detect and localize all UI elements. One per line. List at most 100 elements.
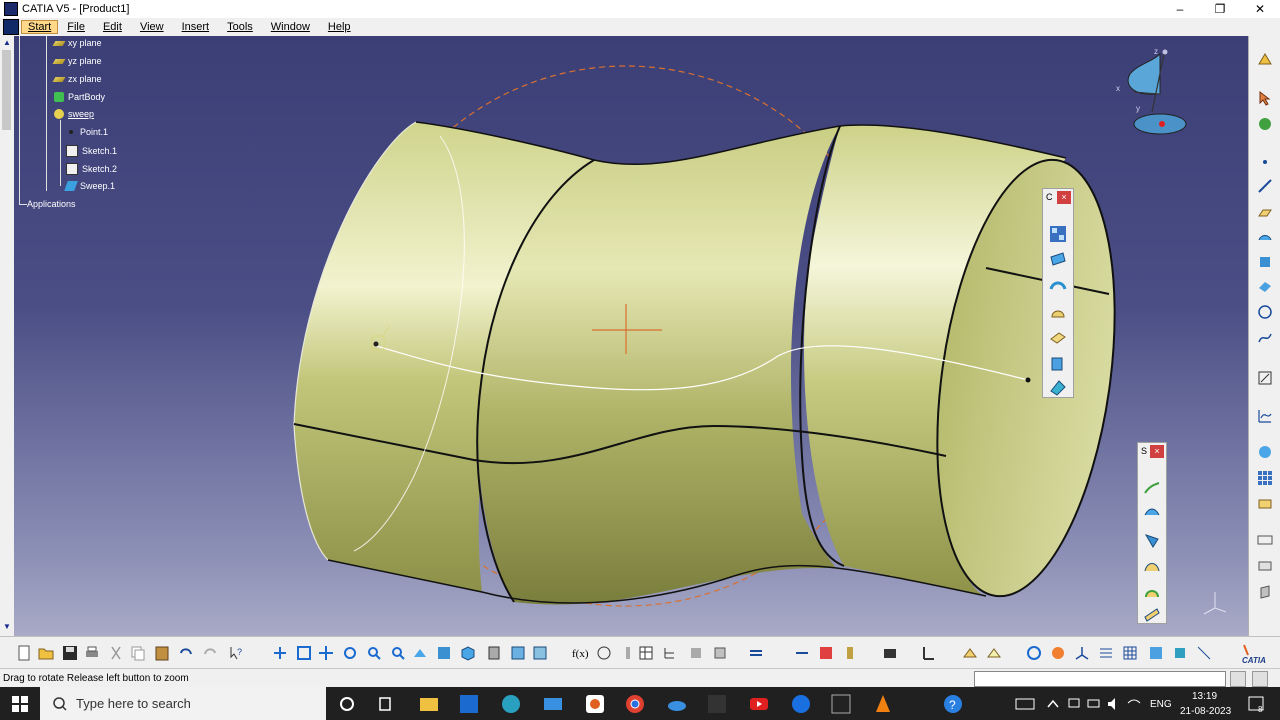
normal-view-icon[interactable] <box>412 645 428 661</box>
tree-item-xy-plane[interactable]: xy plane <box>52 38 102 48</box>
law-icon[interactable] <box>620 645 636 661</box>
table-icon[interactable] <box>638 645 654 661</box>
task-view-icon[interactable] <box>376 693 398 715</box>
notification-center-icon[interactable] <box>1246 693 1266 715</box>
3d-compass-icon[interactable] <box>1196 645 1212 661</box>
fly-mode-icon[interactable] <box>272 645 288 661</box>
extrude-surface-icon[interactable] <box>1049 251 1067 269</box>
measure-item-icon[interactable] <box>842 645 858 661</box>
intersection-icon[interactable] <box>1257 254 1273 270</box>
sweep-command-icon[interactable] <box>1049 355 1067 373</box>
circle-icon[interactable] <box>1257 278 1273 294</box>
iso-view-icon[interactable] <box>460 645 476 661</box>
clock-date[interactable]: 21-08-2023 <box>1180 706 1231 717</box>
scroll-thumb[interactable] <box>2 50 11 130</box>
annotation-icon[interactable] <box>1257 532 1273 548</box>
menu-insert[interactable]: Insert <box>173 21 219 33</box>
axis-system-icon[interactable] <box>1074 645 1090 661</box>
constraint-icon[interactable] <box>920 645 936 661</box>
tree-scrollbar[interactable]: ▲ ▼ <box>0 36 15 636</box>
multi-view-icon[interactable] <box>1049 225 1067 243</box>
circle-tool-icon[interactable] <box>1257 304 1273 320</box>
dropbox-icon[interactable] <box>458 693 480 715</box>
sweep-line-icon[interactable] <box>1143 505 1161 523</box>
tree-item-partbody[interactable]: PartBody <box>54 92 105 102</box>
menu-edit[interactable]: Edit <box>94 21 131 33</box>
tree-item-yz-plane[interactable]: yz plane <box>52 56 102 66</box>
tree-item-sketch1[interactable]: Sketch.1 <box>66 145 117 157</box>
sweep-conic-icon[interactable] <box>1143 557 1161 575</box>
redo-icon[interactable] <box>202 645 218 661</box>
projection-icon[interactable] <box>1257 230 1273 246</box>
menu-window[interactable]: Window <box>262 21 319 33</box>
file-explorer-icon[interactable] <box>418 693 440 715</box>
swap-space-icon[interactable] <box>532 645 548 661</box>
scroll-down-arrow-icon[interactable]: ▼ <box>2 622 12 632</box>
workbench-icon[interactable] <box>1257 52 1273 68</box>
tree-icon[interactable] <box>662 645 678 661</box>
save-icon[interactable] <box>62 645 78 661</box>
toolbar-close-button[interactable]: × <box>1057 191 1071 204</box>
sweep-circle-icon[interactable] <box>1143 531 1161 549</box>
floating-toolbar-sweep[interactable]: S × <box>1137 442 1167 624</box>
copy-icon[interactable] <box>130 645 146 661</box>
tree-item-sweep1[interactable]: Sweep.1 <box>64 181 115 191</box>
tree-item-applications[interactable]: Applications <box>27 199 76 209</box>
chrome-icon[interactable] <box>624 693 646 715</box>
select-arrow-icon[interactable] <box>1257 90 1273 106</box>
line-tool-icon[interactable] <box>1257 178 1273 194</box>
fit-all-icon[interactable] <box>296 645 312 661</box>
youtube-icon[interactable] <box>748 693 770 715</box>
tree-item-sweep[interactable]: sweep <box>54 109 94 119</box>
blend-icon[interactable] <box>1143 605 1161 623</box>
shading-icon[interactable] <box>486 645 502 661</box>
camera-icon[interactable] <box>882 645 898 661</box>
help-icon[interactable]: ? <box>942 693 964 715</box>
toolbar-close-button[interactable]: × <box>1150 445 1164 458</box>
measure-between-icon[interactable] <box>818 645 834 661</box>
measure-icon[interactable] <box>1257 496 1273 512</box>
menu-help[interactable]: Help <box>319 21 360 33</box>
print-icon[interactable] <box>84 645 100 661</box>
undo-icon[interactable] <box>178 645 194 661</box>
tree-item-zx-plane[interactable]: zx plane <box>52 74 102 84</box>
zoom-in-icon[interactable] <box>366 645 382 661</box>
hide-icon[interactable] <box>1257 584 1273 600</box>
multi-view-icon[interactable] <box>436 645 452 661</box>
keyboard-icon[interactable] <box>1014 693 1036 715</box>
edge-icon[interactable] <box>500 693 522 715</box>
battery-icon[interactable] <box>1086 693 1102 715</box>
spline-icon[interactable] <box>1257 330 1273 346</box>
swap-icon[interactable] <box>748 645 764 661</box>
network-icon[interactable] <box>1066 693 1082 715</box>
plane-tool-icon[interactable] <box>1257 204 1273 220</box>
work-on-support-icon[interactable] <box>1148 645 1164 661</box>
update-icon[interactable] <box>1257 116 1273 132</box>
split-icon[interactable] <box>1050 645 1066 661</box>
command-button[interactable] <box>1230 671 1246 687</box>
sphere-surface-icon[interactable] <box>1049 303 1067 321</box>
command-input[interactable] <box>974 671 1226 687</box>
vlc-icon[interactable] <box>872 693 894 715</box>
sketch-tool-icon[interactable] <box>1257 370 1273 386</box>
snap-point-icon[interactable] <box>1172 645 1188 661</box>
analysis-icon[interactable] <box>1257 408 1273 424</box>
wifi-icon[interactable] <box>1126 693 1142 715</box>
catia-menu-icon[interactable] <box>3 19 19 35</box>
catia-taskbar-icon[interactable] <box>830 693 852 715</box>
grid-snap-icon[interactable] <box>1098 645 1114 661</box>
menu-start[interactable]: Start <box>21 20 59 34</box>
volume-icon[interactable] <box>1106 693 1122 715</box>
3d-viewer-icon[interactable] <box>706 693 728 715</box>
join-icon[interactable] <box>1026 645 1042 661</box>
exit-sketch-icon[interactable] <box>986 645 1002 661</box>
cortana-icon[interactable] <box>336 693 358 715</box>
sweep-explicit-icon[interactable] <box>1143 479 1161 497</box>
zoom-out-icon[interactable] <box>390 645 406 661</box>
language-indicator[interactable]: ENG <box>1150 699 1172 710</box>
adaptive-sweep-icon[interactable] <box>1143 583 1161 601</box>
hide-show-icon[interactable] <box>510 645 526 661</box>
fill-surface-icon[interactable] <box>1049 379 1067 397</box>
menu-tools[interactable]: Tools <box>218 21 262 33</box>
windows-start-button[interactable] <box>0 687 40 720</box>
